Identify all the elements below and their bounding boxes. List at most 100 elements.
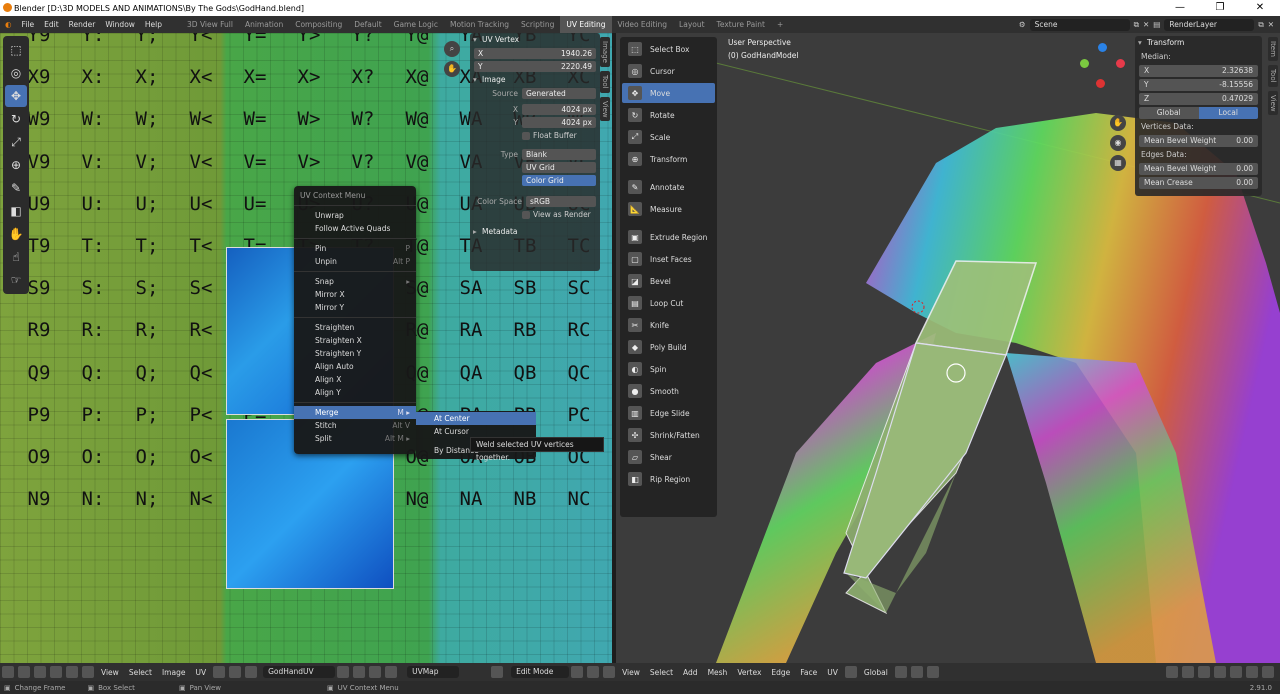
tool-select-box[interactable]: ⬚ Select Box <box>622 39 715 59</box>
tool-spin[interactable]: ◐ Spin <box>622 359 715 379</box>
view-as-render-checkbox[interactable]: View as Render <box>522 210 591 219</box>
merge-at-center[interactable]: At Center <box>416 412 536 425</box>
tab-item[interactable]: Item <box>1268 37 1278 61</box>
zoom-icon[interactable]: ⌕ <box>444 41 460 57</box>
uv-menu-uv[interactable]: UV <box>190 668 211 677</box>
minimize-icon[interactable]: — <box>1160 0 1200 16</box>
workspace-tab[interactable]: Scripting <box>515 16 560 33</box>
menu-help[interactable]: Help <box>140 20 167 29</box>
workspace-tab[interactable]: Layout <box>673 16 711 33</box>
grid-icon[interactable]: ▦ <box>1110 155 1126 171</box>
3d-editor-type-icon[interactable] <box>491 666 504 678</box>
view3d-menu-add[interactable]: Add <box>678 668 703 677</box>
pinch-icon[interactable]: ☞ <box>5 269 27 291</box>
tool-annotate[interactable]: ✎ Annotate <box>622 177 715 197</box>
view3d-menu-select[interactable]: Select <box>645 668 678 677</box>
menu-item-straighten-x[interactable]: Straighten X <box>294 334 416 347</box>
edge-mode-icon[interactable] <box>587 666 600 678</box>
menu-item-stitch[interactable]: Stitch Alt V <box>294 419 416 432</box>
select-box-icon[interactable]: ⬚ <box>5 39 27 61</box>
uv-y-field[interactable]: Y 2220.49 <box>474 61 596 72</box>
view3d-menu-edge[interactable]: Edge <box>766 668 795 677</box>
tool-poly-build[interactable]: ◆ Poly Build <box>622 337 715 357</box>
tool-shrink-fatten[interactable]: ✣ Shrink/Fatten <box>622 425 715 445</box>
annotate-icon[interactable]: ✎ <box>5 177 27 199</box>
tool-transform[interactable]: ⊕ Transform <box>622 149 715 169</box>
view3d-menu-mesh[interactable]: Mesh <box>703 668 733 677</box>
maximize-icon[interactable]: ❐ <box>1200 0 1240 16</box>
tool-edge-slide[interactable]: ▥ Edge Slide <box>622 403 715 423</box>
workspace-tab[interactable]: Texture Paint <box>711 16 771 33</box>
vertex-mode-icon[interactable] <box>571 666 584 678</box>
menu-item-split[interactable]: Split Alt M ▸ <box>294 432 416 445</box>
camera-icon[interactable]: ◉ <box>1110 135 1126 151</box>
close-icon[interactable]: ✕ <box>1143 20 1149 29</box>
pin-icon[interactable] <box>369 666 382 678</box>
render-layer-field[interactable]: RenderLayer <box>1164 18 1255 31</box>
tab-tool[interactable]: Tool <box>600 70 610 93</box>
image-header[interactable]: Image <box>470 73 600 87</box>
view3d-menu-view[interactable]: View <box>617 668 645 677</box>
metadata-header[interactable]: Metadata <box>470 225 600 239</box>
edge-select-icon[interactable] <box>34 666 46 678</box>
uv-menu-image[interactable]: Image <box>157 668 191 677</box>
menu-file[interactable]: File <box>17 20 40 29</box>
workspace-tab[interactable]: Video Editing <box>612 16 674 33</box>
source-select[interactable]: Generated <box>522 88 596 99</box>
tab-tool[interactable]: Tool <box>1268 64 1278 87</box>
pan-view-icon[interactable]: ✋ <box>1110 115 1126 131</box>
shading-material-icon[interactable] <box>1246 666 1258 678</box>
copy-icon[interactable]: ⧉ <box>1258 20 1263 30</box>
navigation-gizmo-icon[interactable] <box>1076 43 1126 93</box>
color-space-select[interactable]: sRGB <box>526 196 596 207</box>
tool-move[interactable]: ✥ Move <box>622 83 715 103</box>
workspace-tab[interactable]: 3D View Full <box>181 16 239 33</box>
display-channels-icon[interactable] <box>385 666 398 678</box>
workspace-tab[interactable]: Default <box>348 16 387 33</box>
grab-icon[interactable]: ✋ <box>5 223 27 245</box>
menu-item-snap[interactable]: Snap ▸ <box>294 275 416 288</box>
local-toggle[interactable]: Local <box>1198 106 1258 119</box>
visibility-icon[interactable] <box>1166 666 1178 678</box>
shading-rendered-icon[interactable] <box>1262 666 1274 678</box>
menu-item-mirror-y[interactable]: Mirror Y <box>294 301 416 314</box>
tool-bevel[interactable]: ◪ Bevel <box>622 271 715 291</box>
global-toggle[interactable]: Global <box>1139 106 1199 119</box>
menu-item-unpin[interactable]: Unpin Alt P <box>294 255 416 268</box>
tool-inset-faces[interactable]: ▢ Inset Faces <box>622 249 715 269</box>
tab-view[interactable]: View <box>600 96 610 122</box>
tool-rip-region[interactable]: ◧ Rip Region <box>622 469 715 489</box>
sticky-select-icon[interactable] <box>82 666 94 678</box>
view3d-menu-uv[interactable]: UV <box>822 668 843 677</box>
float-buffer-checkbox[interactable]: Float Buffer <box>522 131 577 140</box>
proportional-editing-icon[interactable] <box>926 666 939 678</box>
tool-rotate[interactable]: ↻ Rotate <box>622 105 715 125</box>
gizmo-icon[interactable] <box>1182 666 1194 678</box>
image-width-field[interactable]: 4024 px <box>522 104 596 115</box>
overlay-icon[interactable] <box>1198 666 1210 678</box>
edge-mean-bevel-weight-field[interactable]: Mean Bevel Weight 0.00 <box>1139 162 1258 175</box>
workspace-tab[interactable]: Compositing <box>289 16 348 33</box>
new-image-icon[interactable] <box>337 666 350 678</box>
workspace-tab[interactable]: Motion Tracking <box>444 16 515 33</box>
face-mode-icon[interactable] <box>603 666 616 678</box>
view3d-menu-face[interactable]: Face <box>795 668 822 677</box>
snap-icon[interactable] <box>229 666 242 678</box>
mean-crease-field[interactable]: Mean Crease 0.00 <box>1139 176 1258 189</box>
cursor-icon[interactable]: ◎ <box>5 62 27 84</box>
pan-icon[interactable]: ✋ <box>444 61 460 77</box>
close-icon[interactable]: ✕ <box>1240 0 1280 16</box>
tool-knife[interactable]: ✂ Knife <box>622 315 715 335</box>
uv-x-field[interactable]: X 1940.26 <box>474 48 596 59</box>
type-uv-grid[interactable]: UV Grid <box>522 162 596 173</box>
pivot-icon[interactable] <box>213 666 226 678</box>
vertex-select-icon[interactable] <box>18 666 30 678</box>
tool-scale[interactable]: ⤢ Scale <box>622 127 715 147</box>
workspace-tab[interactable]: Animation <box>239 16 289 33</box>
uv-menu-view[interactable]: View <box>96 668 124 677</box>
close-icon[interactable]: ✕ <box>1268 20 1274 29</box>
tab-view[interactable]: View <box>1268 90 1278 116</box>
scale-icon[interactable]: ⤢ <box>5 131 27 153</box>
transform-icon[interactable]: ⊕ <box>5 154 27 176</box>
tool-measure[interactable]: 📐 Measure <box>622 199 715 219</box>
